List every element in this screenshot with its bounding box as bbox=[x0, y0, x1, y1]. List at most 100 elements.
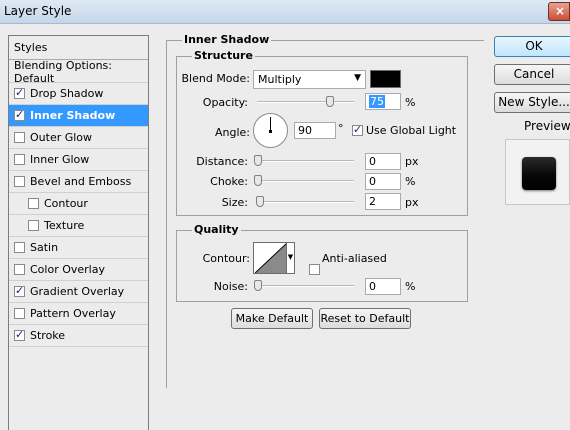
opacity-unit: % bbox=[405, 96, 416, 109]
style-item[interactable]: Inner Shadow bbox=[9, 105, 148, 127]
contour-linear-icon bbox=[255, 243, 287, 273]
close-icon: × bbox=[555, 4, 566, 18]
close-button[interactable]: × bbox=[548, 2, 570, 21]
style-item[interactable]: Gradient Overlay bbox=[9, 281, 148, 303]
window-title: Layer Style bbox=[4, 4, 72, 18]
shadow-color-swatch[interactable] bbox=[370, 70, 401, 88]
style-checkbox[interactable] bbox=[14, 86, 25, 99]
style-item-label: Texture bbox=[44, 219, 85, 232]
style-item[interactable]: Stroke bbox=[9, 325, 148, 347]
style-item-label: Inner Shadow bbox=[30, 109, 116, 122]
blend-mode-label: Blend Mode: bbox=[181, 72, 251, 85]
style-item[interactable]: Drop Shadow bbox=[9, 83, 148, 105]
styles-header: Styles bbox=[9, 36, 148, 60]
new-style-button[interactable]: New Style... bbox=[494, 92, 570, 113]
preview-swatch bbox=[522, 157, 556, 190]
size-slider-thumb[interactable] bbox=[256, 196, 264, 207]
angle-unit: ° bbox=[338, 122, 344, 135]
noise-input[interactable]: 0 bbox=[365, 278, 401, 295]
noise-value: 0 bbox=[369, 280, 376, 293]
styles-panel: Styles Blending Options: Default Drop Sha… bbox=[8, 35, 149, 430]
opacity-slider-track[interactable] bbox=[257, 101, 354, 103]
use-global-light-checkbox[interactable] bbox=[352, 123, 363, 136]
style-item-label: Stroke bbox=[30, 329, 66, 342]
choke-label: Choke: bbox=[210, 175, 248, 188]
style-item-label: Color Overlay bbox=[30, 263, 105, 276]
angle-label: Angle: bbox=[214, 126, 250, 139]
make-default-button[interactable]: Make Default bbox=[231, 308, 313, 329]
noise-label: Noise: bbox=[213, 280, 248, 293]
style-checkbox[interactable] bbox=[14, 328, 25, 341]
style-checkbox[interactable] bbox=[14, 132, 25, 143]
noise-slider-thumb[interactable] bbox=[254, 280, 262, 291]
style-item-label: Drop Shadow bbox=[30, 87, 104, 100]
style-item[interactable]: Satin bbox=[9, 237, 148, 259]
distance-input[interactable]: 0 bbox=[365, 153, 401, 170]
style-item-label: Blending Options: Default bbox=[14, 58, 112, 85]
style-checkbox[interactable] bbox=[14, 242, 25, 253]
distance-unit: px bbox=[405, 155, 419, 168]
cancel-button[interactable]: Cancel bbox=[494, 64, 570, 85]
preview-thumbnail bbox=[505, 139, 570, 205]
style-item[interactable]: Texture bbox=[9, 215, 148, 237]
size-slider-track[interactable] bbox=[257, 201, 354, 203]
style-checkbox[interactable] bbox=[28, 220, 39, 231]
anti-aliased-label[interactable]: Anti-aliased bbox=[322, 252, 387, 265]
opacity-value: 75 bbox=[369, 95, 385, 108]
distance-label: Distance: bbox=[196, 155, 248, 168]
angle-dial[interactable] bbox=[253, 113, 288, 148]
contour-dropdown-icon[interactable]: ▼ bbox=[286, 243, 294, 273]
style-checkbox[interactable] bbox=[28, 198, 39, 209]
chevron-down-icon: ▼ bbox=[354, 73, 361, 83]
ok-button[interactable]: OK bbox=[494, 36, 570, 57]
blend-mode-select[interactable]: Multiply ▼ bbox=[253, 70, 366, 89]
choke-value: 0 bbox=[369, 175, 376, 188]
style-item-label: Pattern Overlay bbox=[30, 307, 116, 320]
style-item-label: Satin bbox=[30, 241, 59, 254]
style-checkbox[interactable] bbox=[14, 176, 25, 187]
size-label: Size: bbox=[221, 196, 248, 209]
style-checkbox[interactable] bbox=[14, 108, 25, 121]
style-checkbox[interactable] bbox=[14, 154, 25, 165]
opacity-slider-thumb[interactable] bbox=[325, 96, 334, 107]
style-item-label: Outer Glow bbox=[30, 131, 93, 144]
reset-to-default-button[interactable]: Reset to Default bbox=[319, 308, 411, 329]
distance-slider-thumb[interactable] bbox=[254, 155, 262, 166]
style-item-label: Bevel and Emboss bbox=[30, 175, 132, 188]
angle-needle bbox=[270, 117, 271, 131]
angle-input[interactable]: 90 bbox=[294, 122, 336, 139]
style-checkbox[interactable] bbox=[14, 264, 25, 275]
contour-picker[interactable]: ▼ bbox=[253, 242, 295, 274]
title-bar: Layer Style × bbox=[0, 0, 570, 24]
style-item-label: Contour bbox=[44, 197, 88, 210]
style-item-label: Gradient Overlay bbox=[30, 285, 125, 298]
choke-slider-track[interactable] bbox=[257, 180, 354, 182]
style-checkbox[interactable] bbox=[14, 284, 25, 297]
size-input[interactable]: 2 bbox=[365, 193, 401, 210]
angle-center bbox=[269, 130, 272, 133]
use-global-light-label[interactable]: Use Global Light bbox=[366, 124, 456, 137]
distance-slider-track[interactable] bbox=[257, 160, 354, 162]
style-item[interactable]: Inner Glow bbox=[9, 149, 148, 171]
style-item-label: Inner Glow bbox=[30, 153, 90, 166]
inner-shadow-title: Inner Shadow bbox=[182, 33, 272, 46]
style-item[interactable]: Color Overlay bbox=[9, 259, 148, 281]
opacity-input[interactable]: 75 bbox=[365, 93, 401, 110]
preview-label[interactable]: Preview bbox=[524, 119, 570, 133]
style-item[interactable]: Blending Options: Default bbox=[9, 58, 148, 85]
blend-mode-value: Multiply bbox=[258, 73, 302, 86]
style-item[interactable]: Outer Glow bbox=[9, 127, 148, 149]
distance-value: 0 bbox=[369, 155, 376, 168]
structure-title: Structure bbox=[192, 49, 255, 62]
anti-aliased-checkbox[interactable] bbox=[309, 264, 320, 275]
noise-unit: % bbox=[405, 280, 416, 293]
style-checkbox[interactable] bbox=[14, 308, 25, 319]
quality-title: Quality bbox=[192, 223, 241, 236]
style-item[interactable]: Pattern Overlay bbox=[9, 303, 148, 325]
choke-slider-thumb[interactable] bbox=[254, 175, 262, 186]
choke-input[interactable]: 0 bbox=[365, 173, 401, 190]
style-item[interactable]: Bevel and Emboss bbox=[9, 171, 148, 193]
style-item[interactable]: Contour bbox=[9, 193, 148, 215]
size-value: 2 bbox=[369, 195, 376, 208]
noise-slider-track[interactable] bbox=[257, 285, 354, 287]
